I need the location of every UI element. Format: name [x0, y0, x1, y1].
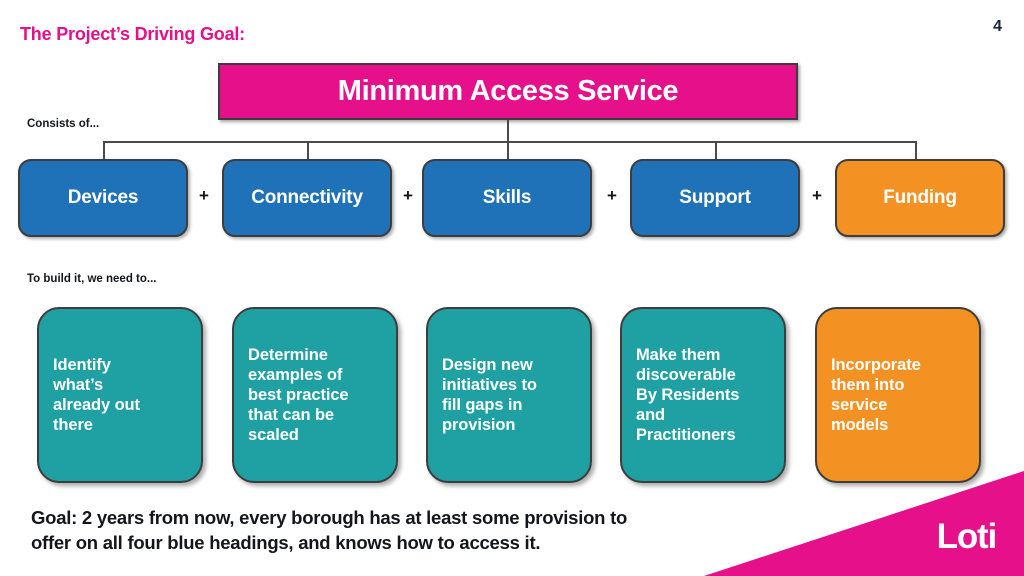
slide-canvas: The Project’s Driving Goal: 4 Minimum Ac… — [0, 0, 1024, 576]
page-number: 4 — [993, 18, 1002, 35]
component-box-support: Support — [630, 159, 800, 237]
connector-stem — [507, 120, 509, 141]
action-box-discoverable: Make them discoverable By Residents and … — [620, 307, 786, 483]
connector-drop-funding — [915, 141, 917, 159]
component-label-funding: Funding — [883, 187, 957, 208]
component-label-connectivity: Connectivity — [251, 187, 363, 208]
component-label-skills: Skills — [482, 187, 532, 208]
component-box-devices: Devices — [18, 159, 188, 237]
action-label-discoverable: Make them discoverable By Residents and … — [636, 345, 740, 445]
component-box-funding: Funding — [835, 159, 1005, 237]
action-box-determine: Determine examples of best practice that… — [232, 307, 398, 483]
connector-drop-skills — [507, 141, 509, 159]
action-box-incorporate: Incorporate them into service models — [815, 307, 981, 483]
action-box-design: Design new initiatives to fill gaps in p… — [426, 307, 592, 483]
connector-drop-connectivity — [307, 141, 309, 159]
component-label-devices: Devices — [67, 187, 139, 208]
caption-to-build-it: To build it, we need to... — [27, 273, 157, 285]
master-service-box: Minimum Access Service — [218, 63, 798, 120]
action-label-incorporate: Incorporate them into service models — [831, 355, 921, 435]
component-box-skills: Skills — [422, 159, 592, 237]
connector-bus — [103, 141, 915, 143]
connector-drop-devices — [103, 141, 105, 159]
master-service-label: Minimum Access Service — [337, 75, 679, 107]
goal-statement: Goal: 2 years from now, every borough ha… — [31, 507, 628, 553]
component-box-connectivity: Connectivity — [222, 159, 392, 237]
page-title: The Project’s Driving Goal: — [20, 24, 245, 44]
plus-separator-3: + — [607, 186, 617, 205]
plus-separator-2: + — [403, 186, 413, 205]
caption-consists-of: Consists of... — [27, 118, 100, 130]
action-label-design: Design new initiatives to fill gaps in p… — [442, 355, 537, 435]
plus-separator-4: + — [812, 186, 822, 205]
loti-logo: Loti — [936, 517, 998, 556]
action-box-identify: Identify what’s already out there — [37, 307, 203, 483]
connector-drop-support — [715, 141, 717, 159]
plus-separator-1: + — [199, 186, 209, 205]
component-label-support: Support — [679, 187, 751, 208]
action-label-identify: Identify what’s already out there — [53, 355, 140, 435]
action-label-determine: Determine examples of best practice that… — [248, 345, 349, 445]
